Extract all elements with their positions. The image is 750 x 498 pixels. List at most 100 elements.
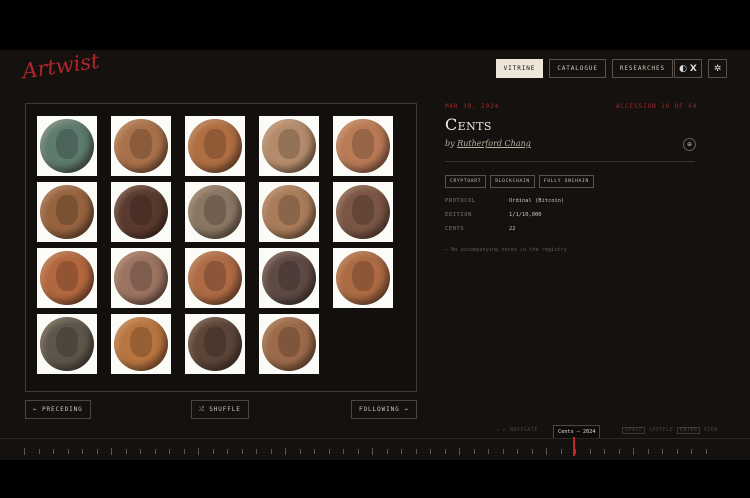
coin-tile[interactable]: [259, 182, 319, 242]
timeline-tick[interactable]: [531, 449, 533, 454]
timeline-tick[interactable]: [125, 449, 127, 454]
penny-image: [188, 185, 242, 239]
timeline-tick[interactable]: [372, 448, 373, 455]
following-button[interactable]: FOLLOWING →: [351, 400, 417, 419]
coin-tile[interactable]: [333, 248, 393, 308]
timeline-tick[interactable]: [705, 449, 707, 454]
timeline-tick[interactable]: [517, 449, 518, 454]
timeline-tick[interactable]: [53, 449, 54, 454]
timeline-tick[interactable]: [386, 449, 388, 454]
registry-note: — No accompanying notes in the registry: [445, 247, 567, 253]
timeline-tick[interactable]: [589, 449, 591, 454]
timeline-tick[interactable]: [560, 449, 562, 454]
info-icon[interactable]: ⊕: [683, 138, 696, 151]
coin-tile[interactable]: [259, 116, 319, 176]
penny-image: [188, 119, 242, 173]
timeline-tick[interactable]: [647, 449, 649, 454]
nav-vitrine[interactable]: VITRINE: [495, 59, 544, 78]
timeline-tick[interactable]: [575, 449, 576, 454]
timeline-tick[interactable]: [285, 448, 286, 455]
coin-tile[interactable]: [259, 248, 319, 308]
timeline-tick[interactable]: [633, 448, 634, 455]
nav-researches[interactable]: RESEARCHES: [611, 59, 673, 78]
penny-image: [40, 317, 94, 371]
timeline-tick[interactable]: [241, 449, 243, 454]
icon-group: ◐ X ✲: [674, 59, 727, 78]
timeline-tick[interactable]: [488, 449, 489, 454]
timeline-tick[interactable]: [299, 449, 301, 454]
penny-image: [336, 119, 390, 173]
coin-tile[interactable]: [37, 314, 97, 374]
timeline-tick[interactable]: [604, 449, 605, 454]
shuffle-button[interactable]: ⤮ SHUFFLE: [191, 400, 249, 419]
artist-link[interactable]: Rutherford Chang: [457, 139, 531, 148]
x-icon[interactable]: X: [690, 64, 697, 74]
timeline-tick[interactable]: [270, 449, 272, 454]
coin-tile[interactable]: [333, 182, 393, 242]
coin-tile[interactable]: [111, 248, 171, 308]
coin-tile[interactable]: [111, 314, 171, 374]
gear-icon: ✲: [713, 63, 722, 74]
timeline-tick[interactable]: [618, 449, 620, 454]
coin-tile[interactable]: [37, 182, 97, 242]
tag-blockchain[interactable]: BLOCKCHAIN: [490, 175, 535, 188]
coin-tile[interactable]: [111, 116, 171, 176]
timeline-tick[interactable]: [154, 449, 156, 454]
coin-tile[interactable]: [111, 182, 171, 242]
timeline-tick[interactable]: [676, 449, 678, 454]
timeline-tick[interactable]: [38, 449, 40, 454]
timeline-tick[interactable]: [227, 449, 228, 454]
timeline-tick[interactable]: [256, 449, 257, 454]
preceding-button[interactable]: ← PRECEDING: [25, 400, 91, 419]
timeline-tick[interactable]: [169, 449, 170, 454]
enter-action: VIEW: [703, 428, 718, 433]
timeline-tick[interactable]: [459, 448, 460, 455]
moon-icon[interactable]: ◐: [679, 64, 687, 74]
space-key: SPACE: [622, 427, 646, 434]
timeline-tick[interactable]: [111, 448, 112, 455]
social-toggle[interactable]: ◐ X: [674, 59, 702, 78]
nav-catalogue[interactable]: CATALOGUE: [549, 59, 606, 78]
timeline-tick[interactable]: [691, 449, 692, 454]
coin-tile[interactable]: [259, 314, 319, 374]
coin-tile[interactable]: [185, 116, 245, 176]
timeline-tick[interactable]: [662, 449, 663, 454]
coin-tile[interactable]: [37, 116, 97, 176]
penny-image: [336, 185, 390, 239]
timeline-tick[interactable]: [502, 449, 504, 454]
by-label: by: [445, 139, 455, 148]
timeline-tick[interactable]: [415, 449, 417, 454]
penny-image: [114, 251, 168, 305]
timeline-tick[interactable]: [96, 449, 98, 454]
settings-button[interactable]: ✲: [708, 59, 727, 78]
timeline-tick[interactable]: [24, 448, 25, 455]
timeline-tick[interactable]: [82, 449, 83, 454]
coin-tile[interactable]: [185, 314, 245, 374]
timeline-tick[interactable]: [328, 449, 330, 454]
coin-tile[interactable]: [185, 248, 245, 308]
top-nav: VITRINE CATALOGUE RESEARCHES: [495, 59, 673, 78]
coin-tile[interactable]: [333, 116, 393, 176]
timeline-tick[interactable]: [212, 449, 214, 454]
timeline-tick[interactable]: [198, 448, 199, 455]
tag-fully-onchain[interactable]: FULLY ONCHAIN: [538, 175, 594, 188]
timeline-tick[interactable]: [401, 449, 402, 454]
timeline-tick[interactable]: [183, 449, 185, 454]
timeline-tick[interactable]: [546, 448, 547, 455]
timeline-tick[interactable]: [357, 449, 359, 454]
timeline-tick[interactable]: [473, 449, 475, 454]
timeline-tick[interactable]: [444, 449, 446, 454]
detail-value: 1/1/10,000: [509, 212, 542, 218]
timeline-tick[interactable]: [343, 449, 344, 454]
expand-icon[interactable]: ⛶: [393, 113, 407, 127]
tag-list: CRYPTOART BLOCKCHAIN FULLY ONCHAIN: [445, 175, 594, 188]
timeline-strip[interactable]: [0, 438, 750, 461]
timeline-tick[interactable]: [314, 449, 315, 454]
timeline-tick[interactable]: [67, 449, 69, 454]
coin-tile[interactable]: [185, 182, 245, 242]
coin-tile[interactable]: [37, 248, 97, 308]
penny-image: [262, 317, 316, 371]
timeline-tick[interactable]: [430, 449, 431, 454]
timeline-tick[interactable]: [140, 449, 141, 454]
tag-cryptoart[interactable]: CRYPTOART: [445, 175, 487, 188]
